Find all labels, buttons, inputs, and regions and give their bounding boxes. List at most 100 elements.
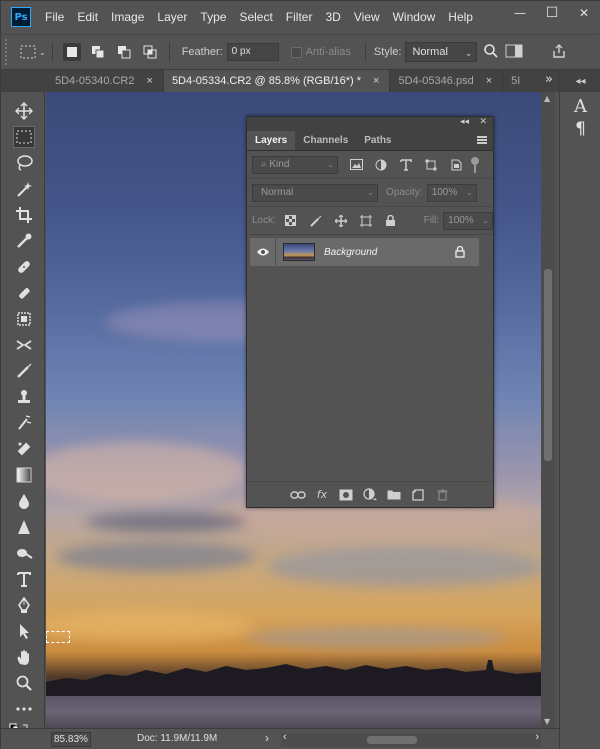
- minimize-button[interactable]: —: [504, 1, 536, 25]
- smart-object-filter-icon[interactable]: [449, 158, 463, 172]
- menu-select[interactable]: Select: [239, 10, 272, 24]
- scroll-up-icon[interactable]: ▲: [544, 94, 550, 103]
- scroll-right-icon[interactable]: ›: [535, 731, 539, 743]
- horizontal-scroll-thumb[interactable]: [367, 736, 417, 744]
- panel-title-bar[interactable]: ◂◂ ✕: [247, 117, 493, 131]
- close-icon[interactable]: ×: [486, 75, 492, 87]
- path-selection-tool-icon[interactable]: [13, 620, 35, 642]
- eraser-tool-icon[interactable]: [13, 438, 35, 460]
- kind-filter-select[interactable]: ⌕ Kind ⌄: [252, 155, 338, 174]
- mask-icon[interactable]: [338, 487, 354, 503]
- shape-filter-icon[interactable]: [424, 158, 438, 172]
- pen-tool-icon[interactable]: [13, 594, 35, 616]
- type-filter-icon[interactable]: [399, 158, 413, 172]
- intersect-selection-icon[interactable]: [141, 43, 159, 61]
- menu-edit[interactable]: Edit: [77, 10, 98, 24]
- tab-5d4-05340[interactable]: 5D4-05340.CR2 ×: [1, 70, 164, 92]
- layer-name[interactable]: Background: [324, 247, 377, 258]
- zoom-tool-icon[interactable]: [13, 672, 35, 694]
- image-filter-icon[interactable]: [349, 158, 363, 172]
- tab-paths[interactable]: Paths: [356, 131, 399, 150]
- lock-all-icon[interactable]: [384, 214, 398, 228]
- restore-button[interactable]: ☐: [536, 1, 568, 25]
- fill-field[interactable]: 100% ⌄: [443, 211, 493, 230]
- workspace-icon[interactable]: [505, 44, 523, 61]
- gradient-tool-icon[interactable]: [13, 464, 35, 486]
- lock-transparent-icon[interactable]: [284, 214, 298, 228]
- paragraph-panel-icon[interactable]: ¶: [560, 119, 600, 139]
- panel-menu-icon[interactable]: [477, 136, 487, 144]
- antialias-checkbox[interactable]: Anti-alias: [290, 46, 351, 58]
- eyedropper-tool-icon[interactable]: [13, 230, 35, 252]
- vertical-scrollbar[interactable]: ▲ ▼: [541, 92, 555, 728]
- new-selection-icon[interactable]: [62, 43, 81, 61]
- layer-row-background[interactable]: Background: [250, 238, 479, 266]
- clone-stamp-tool-icon[interactable]: [13, 308, 35, 330]
- lock-artboard-icon[interactable]: [359, 214, 373, 228]
- panel-collapse-icon[interactable]: ◂◂: [460, 117, 469, 127]
- eye-icon[interactable]: [250, 238, 276, 266]
- type-tool-icon[interactable]: [13, 568, 35, 590]
- hand-tool-icon[interactable]: [13, 646, 35, 668]
- move-tool-icon[interactable]: [13, 100, 35, 122]
- close-icon[interactable]: ×: [147, 75, 153, 87]
- menu-window[interactable]: Window: [393, 10, 436, 24]
- menu-layer[interactable]: Layer: [157, 10, 187, 24]
- zoom-level-field[interactable]: 85.83%: [51, 732, 91, 747]
- dodge-tool-icon[interactable]: [13, 542, 35, 564]
- menu-image[interactable]: Image: [111, 10, 144, 24]
- subtract-selection-icon[interactable]: [115, 43, 133, 61]
- trash-icon[interactable]: [434, 487, 450, 503]
- tab-5d4-05334[interactable]: 5D4-05334.CR2 @ 85.8% (RGB/16*) * ×: [163, 70, 391, 92]
- spot-healing-brush-icon[interactable]: [13, 256, 35, 278]
- tab-overflow-partial[interactable]: 5I: [503, 70, 525, 92]
- scroll-left-icon[interactable]: ‹: [283, 731, 287, 743]
- vertical-scroll-thumb[interactable]: [544, 269, 552, 461]
- marquee-selection[interactable]: [46, 631, 70, 643]
- tab-layers[interactable]: Layers: [247, 131, 296, 150]
- close-button[interactable]: ✕: [568, 1, 600, 25]
- add-selection-icon[interactable]: [89, 43, 107, 61]
- tab-overflow-icon[interactable]: »: [545, 72, 553, 87]
- tab-5d4-05346[interactable]: 5D4-05346.psd ×: [390, 70, 504, 92]
- brush-tool-icon[interactable]: [13, 282, 35, 304]
- horizontal-scrollbar[interactable]: ‹ ›: [281, 731, 541, 747]
- opacity-field[interactable]: 100% ⌄: [426, 183, 477, 202]
- adjustment-icon[interactable]: [362, 487, 378, 503]
- eraser-brush-tool-icon[interactable]: [13, 360, 35, 382]
- tab-channels[interactable]: Channels: [295, 131, 356, 150]
- more-tools-icon[interactable]: [13, 698, 35, 720]
- feather-input[interactable]: 0 px: [226, 43, 279, 61]
- search-icon[interactable]: [483, 43, 499, 62]
- menu-help[interactable]: Help: [448, 10, 473, 24]
- link-icon[interactable]: [290, 487, 306, 503]
- menu-file[interactable]: File: [45, 10, 64, 24]
- scroll-down-icon[interactable]: ▼: [544, 717, 550, 726]
- art-history-brush-icon[interactable]: [13, 412, 35, 434]
- stamp-tool-icon[interactable]: [13, 386, 35, 408]
- rect-marquee-tool-icon[interactable]: [13, 126, 35, 148]
- panel-close-icon[interactable]: ✕: [479, 117, 487, 127]
- menu-type[interactable]: Type: [200, 10, 226, 24]
- fx-icon[interactable]: fx: [314, 487, 330, 503]
- new-layer-icon[interactable]: [410, 487, 426, 503]
- menu-view[interactable]: View: [354, 10, 380, 24]
- lock-position-icon[interactable]: [334, 214, 348, 228]
- adjustment-filter-icon[interactable]: [374, 158, 388, 172]
- blur-tool-icon[interactable]: [13, 490, 35, 512]
- dock-collapse-icon[interactable]: ◂◂: [560, 70, 600, 92]
- folder-icon[interactable]: [386, 487, 402, 503]
- quick-selection-tool-icon[interactable]: [13, 178, 35, 200]
- preset-dropdown-icon[interactable]: ⌄: [39, 48, 46, 57]
- character-panel-icon[interactable]: A: [560, 96, 600, 117]
- status-menu-arrow-icon[interactable]: ›: [265, 731, 269, 745]
- lock-image-icon[interactable]: [309, 214, 323, 228]
- sharpen-tool-icon[interactable]: [13, 516, 35, 538]
- filter-toggle-icon[interactable]: [471, 156, 479, 173]
- menu-filter[interactable]: Filter: [286, 10, 313, 24]
- crop-tool-icon[interactable]: [13, 204, 35, 226]
- blend-mode-select[interactable]: Normal ⌄: [252, 183, 378, 202]
- style-select[interactable]: Normal ⌄: [405, 42, 478, 62]
- history-brush-tool-icon[interactable]: [13, 334, 35, 356]
- rect-marquee-preset-icon[interactable]: [19, 43, 37, 61]
